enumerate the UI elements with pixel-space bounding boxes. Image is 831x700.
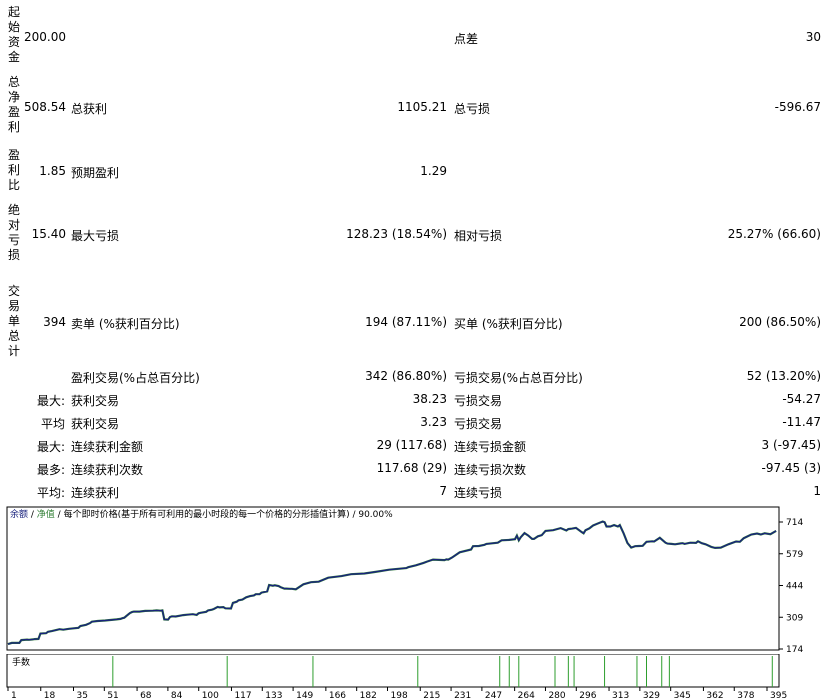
stat-prefix: 平均: bbox=[36, 486, 65, 500]
y-tick-label: 309 bbox=[786, 613, 803, 623]
row-value-2: 200 (86.50%) bbox=[739, 315, 821, 329]
stat-caption-1: 获利交易 bbox=[71, 417, 120, 431]
row-value-2: 30 bbox=[805, 30, 821, 44]
x-tick-label: 231 bbox=[454, 691, 471, 700]
volume-label: 手数 bbox=[12, 656, 30, 668]
x-tick-label: 51 bbox=[107, 691, 118, 700]
x-tick-label: 313 bbox=[612, 691, 629, 700]
stat-caption-1: 连续获利金额 bbox=[71, 440, 144, 454]
x-tick-label: 133 bbox=[265, 691, 282, 700]
stat-caption-2: 亏损交易(%占总百分比) bbox=[454, 371, 583, 385]
chart-legend: 余额 / 净值 / 每个即时价格(基于所有可利用的最小时段的每一个价格的分形插值… bbox=[10, 508, 393, 520]
stat-value-1: 117.68 (29) bbox=[376, 461, 447, 475]
stat-value-1: 7 bbox=[439, 484, 447, 498]
stat-value-1: 342 (86.80%) bbox=[365, 369, 447, 383]
row-caption-1: 预期盈利 bbox=[71, 166, 120, 180]
row-caption-1: 卖单 (%获利百分比) bbox=[71, 317, 180, 331]
x-tick-label: 215 bbox=[423, 691, 440, 700]
x-tick-label: 149 bbox=[296, 691, 313, 700]
y-tick-label: 444 bbox=[786, 582, 803, 592]
row-caption-2: 总亏损 bbox=[454, 102, 491, 116]
x-tick-label: 247 bbox=[485, 691, 502, 700]
x-tick-label: 296 bbox=[579, 691, 596, 700]
stat-prefix: 最大: bbox=[36, 394, 65, 408]
row-value: 15.40 bbox=[31, 227, 66, 241]
y-axis: 714 579 444 309 174 bbox=[779, 518, 803, 654]
row-caption-2: 相对亏损 bbox=[454, 229, 503, 243]
stat-caption-1: 获利交易 bbox=[71, 394, 120, 408]
x-tick-label: 117 bbox=[234, 691, 251, 700]
stat-caption-2: 亏损交易 bbox=[454, 394, 503, 408]
stat-value-2: -11.47 bbox=[782, 415, 821, 429]
row-value: 394 bbox=[43, 315, 66, 329]
y-tick-label: 174 bbox=[786, 645, 803, 654]
stat-value-2: 1 bbox=[813, 484, 821, 498]
y-tick-label: 579 bbox=[786, 550, 803, 560]
stat-prefix: 平均 bbox=[40, 417, 65, 431]
row-value-1: 1.29 bbox=[420, 164, 447, 178]
stat-prefix: 最大: bbox=[36, 440, 65, 454]
stat-caption-1: 连续获利次数 bbox=[71, 463, 144, 477]
row-label: 盈利比 bbox=[7, 148, 20, 192]
stat-value-2: 3 (-97.45) bbox=[761, 438, 822, 452]
x-tick-label: 182 bbox=[360, 691, 377, 700]
balance-chart: 余额 / 净值 / 每个即时价格(基于所有可利用的最小时段的每一个价格的分形插值… bbox=[6, 506, 803, 654]
row-caption-1: 最大亏损 bbox=[71, 229, 120, 243]
row-value: 508.54 bbox=[24, 100, 66, 114]
row-label: 总净盈利 bbox=[7, 75, 20, 134]
volume-chart: 手数 1 18 35 51 68 84 100 117 133 149 166 182 198 215 23… bbox=[6, 654, 787, 700]
stat-caption-1: 连续获利 bbox=[71, 486, 120, 500]
x-tick-label: 18 bbox=[44, 691, 56, 700]
x-tick-label: 345 bbox=[674, 691, 691, 700]
row-caption-2: 点差 bbox=[454, 32, 479, 46]
row-label: 绝对亏损 bbox=[7, 203, 20, 262]
stat-value-1: 29 (117.68) bbox=[376, 438, 447, 452]
row-value-2: -596.67 bbox=[774, 100, 821, 114]
stat-caption-1: 盈利交易(%占总百分比) bbox=[71, 371, 200, 385]
row-value-1: 128.23 (18.54%) bbox=[346, 227, 447, 241]
x-tick-label: 166 bbox=[329, 691, 346, 700]
stat-value-2: 52 (13.20%) bbox=[746, 369, 821, 383]
row-caption-2: 买单 (%获利百分比) bbox=[454, 317, 563, 331]
y-tick-label: 714 bbox=[786, 518, 803, 528]
x-axis: 1 18 35 51 68 84 100 117 133 149 166 182 198 215 231 24… bbox=[7, 687, 787, 700]
legend-info: 每个即时价格(基于所有可利用的最小时段的每一个价格的分形插值计算) / 90.0… bbox=[64, 508, 394, 520]
row-value: 200.00 bbox=[24, 30, 66, 44]
x-tick-label: 264 bbox=[518, 691, 535, 700]
x-tick-label: 1 bbox=[11, 691, 17, 700]
stat-value-1: 38.23 bbox=[412, 392, 447, 406]
row-value-1: 194 (87.11%) bbox=[365, 315, 447, 329]
stat-caption-2: 亏损交易 bbox=[454, 417, 503, 431]
legend-balance: 余额 bbox=[10, 508, 28, 520]
x-tick-label: 280 bbox=[548, 691, 565, 700]
stat-value-1: 3.23 bbox=[420, 415, 447, 429]
row-caption-1: 总获利 bbox=[71, 102, 108, 116]
x-tick-label: 84 bbox=[171, 691, 183, 700]
row-value: 1.85 bbox=[39, 164, 66, 178]
chart-frame bbox=[6, 506, 780, 651]
x-tick-label: 35 bbox=[76, 691, 87, 700]
x-tick-label: 362 bbox=[706, 691, 723, 700]
stat-value-2: -97.45 (3) bbox=[761, 461, 822, 475]
x-tick-label: 378 bbox=[737, 691, 754, 700]
x-tick-label: 68 bbox=[140, 691, 152, 700]
x-tick-label: 100 bbox=[202, 691, 219, 700]
volume-frame bbox=[6, 654, 780, 688]
row-label: 起始资金 bbox=[7, 5, 20, 64]
stat-caption-2: 连续亏损金额 bbox=[454, 440, 527, 454]
legend-equity: 净值 bbox=[37, 508, 55, 520]
x-tick-label: 395 bbox=[770, 691, 787, 700]
x-tick-label: 198 bbox=[391, 691, 408, 700]
row-value-1: 1105.21 bbox=[397, 100, 447, 114]
stat-prefix: 最多: bbox=[36, 463, 65, 477]
stat-caption-2: 连续亏损 bbox=[454, 486, 503, 500]
row-value-2: 25.27% (66.60) bbox=[727, 227, 821, 241]
stat-value-2: -54.27 bbox=[782, 392, 821, 406]
row-label: 交易单总计 bbox=[7, 284, 20, 358]
x-tick-label: 329 bbox=[643, 691, 660, 700]
stat-caption-2: 连续亏损次数 bbox=[454, 463, 527, 477]
